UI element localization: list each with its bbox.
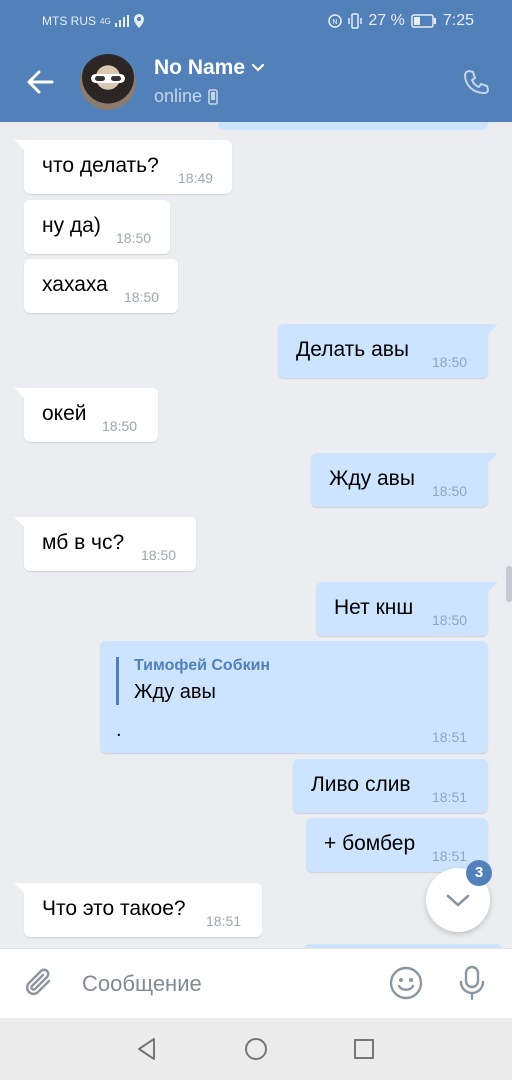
message-time: 18:50 xyxy=(102,418,138,434)
contact-name[interactable]: No Name xyxy=(154,56,265,80)
message-outgoing[interactable]: Ливо слив 18:51 xyxy=(293,759,488,813)
message-text: Ливо слив xyxy=(311,773,411,796)
system-navigation-bar xyxy=(0,1018,512,1080)
message-text: + бомбер xyxy=(324,832,416,855)
chat-header: No Name online xyxy=(0,44,512,122)
message-outgoing[interactable]: Делать авы 18:50 xyxy=(278,324,498,378)
vibrate-icon xyxy=(348,13,363,29)
message-text: Делать авы xyxy=(296,338,409,361)
message-input[interactable]: Сообщение xyxy=(82,971,202,997)
paperclip-icon[interactable] xyxy=(24,967,56,1001)
contact-name-label: No Name xyxy=(154,56,246,79)
message-outgoing[interactable]: Нет кнш 18:50 xyxy=(316,582,498,636)
message-list[interactable]: что делать? 18:49 ну да) 18:50 хахаха 18… xyxy=(0,122,512,948)
message-outgoing[interactable]: + бомбер 18:51 xyxy=(306,818,488,872)
message-time: 18:51 xyxy=(432,789,468,805)
message-incoming[interactable]: хахаха 18:50 xyxy=(24,259,178,313)
reply-quote-bar xyxy=(116,657,119,705)
message-incoming[interactable]: что делать? 18:49 xyxy=(14,140,232,194)
reply-text: Жду авы xyxy=(134,681,216,703)
message-text: хахаха xyxy=(42,273,108,296)
message-text: Что это такое? xyxy=(42,897,186,920)
status-left: MTS RUS 4G xyxy=(42,14,145,28)
message-text: что делать? xyxy=(42,154,159,177)
back-arrow-icon[interactable] xyxy=(24,66,56,98)
message-time: 18:51 xyxy=(432,729,468,745)
message-outgoing[interactable]: Жду авы 18:50 xyxy=(311,453,498,507)
nav-recents-icon[interactable] xyxy=(351,1036,377,1062)
message-incoming[interactable]: ну да) 18:50 xyxy=(24,200,170,254)
message-text: ну да) xyxy=(42,214,101,237)
message-text: Жду авы xyxy=(329,467,415,490)
svg-text:N: N xyxy=(333,18,338,26)
message-text: окей xyxy=(42,402,87,425)
chevron-down-icon xyxy=(251,63,265,72)
message-time: 18:50 xyxy=(141,547,177,563)
nav-home-icon[interactable] xyxy=(243,1036,269,1062)
location-icon xyxy=(133,14,144,28)
nfc-icon: N xyxy=(328,14,343,28)
message-outgoing-reply[interactable]: Тимофей Собкин Жду авы . 18:51 xyxy=(100,641,488,753)
message-time: 18:49 xyxy=(178,170,214,186)
message-time: 18:51 xyxy=(206,913,242,929)
phone-icon[interactable] xyxy=(462,68,490,96)
nav-back-icon[interactable] xyxy=(134,1036,160,1062)
message-incoming[interactable]: мб в чс? 18:50 xyxy=(14,517,196,571)
message-incoming[interactable]: Что это такое? 18:51 xyxy=(14,883,262,937)
emoji-icon[interactable] xyxy=(388,965,424,1001)
message-incoming[interactable]: окей 18:50 xyxy=(14,388,158,442)
status-right: N 27 % 7:25 xyxy=(328,12,474,30)
battery-icon xyxy=(411,14,436,28)
message-time: 18:50 xyxy=(116,230,152,246)
contact-status: online xyxy=(154,86,218,107)
clock: 7:25 xyxy=(442,12,474,29)
message-text: . xyxy=(116,719,122,741)
message-composer: Сообщение xyxy=(0,948,512,1019)
status-bar: MTS RUS 4G N 27 % 7:25 xyxy=(0,0,512,44)
scrollbar-thumb[interactable] xyxy=(506,566,512,602)
unread-badge: 3 xyxy=(466,860,492,886)
signal-icon xyxy=(114,15,129,27)
microphone-icon[interactable] xyxy=(456,965,488,1001)
message-time: 18:51 xyxy=(432,848,468,864)
battery-percent: 27 % xyxy=(368,12,405,29)
message-text: Нет кнш xyxy=(334,596,414,619)
message-time: 18:50 xyxy=(432,612,468,628)
mobile-icon xyxy=(208,88,218,105)
message-time: 18:50 xyxy=(432,354,468,370)
message-time: 18:50 xyxy=(432,483,468,499)
carrier-name: MTS RUS xyxy=(42,14,96,28)
online-status: online xyxy=(154,86,203,106)
network-type: 4G xyxy=(100,16,111,26)
reply-author[interactable]: Тимофей Собкин xyxy=(134,657,270,675)
avatar[interactable] xyxy=(80,54,136,110)
message-time: 18:50 xyxy=(124,289,160,305)
message-text: мб в чс? xyxy=(42,531,125,554)
